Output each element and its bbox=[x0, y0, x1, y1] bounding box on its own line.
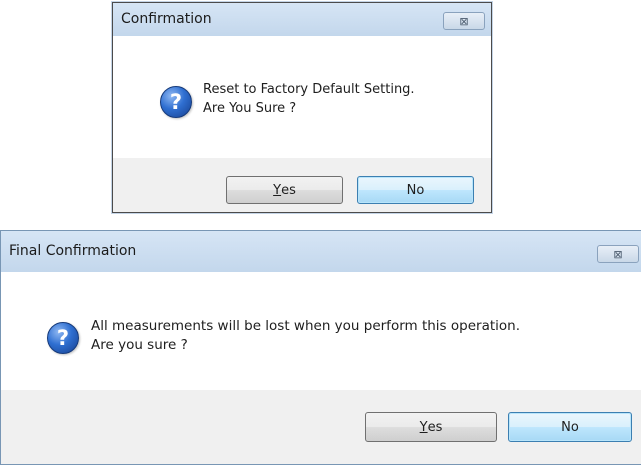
message-line-1: Reset to Factory Default Setting. bbox=[203, 82, 415, 97]
no-button[interactable]: No bbox=[357, 176, 474, 204]
question-mark-glyph: ? bbox=[56, 326, 70, 350]
dialog-message: Reset to Factory Default Setting. Are Yo… bbox=[203, 80, 415, 118]
message-line-2: Are you sure ? bbox=[91, 337, 188, 353]
final-confirmation-dialog: Final Confirmation ⊠ ? All measurements … bbox=[0, 230, 641, 465]
yes-label-rest: es bbox=[427, 419, 443, 435]
question-icon: ? bbox=[47, 322, 79, 354]
dialog-titlebar[interactable]: Final Confirmation ⊠ bbox=[1, 231, 641, 273]
message-line-1: All measurements will be lost when you p… bbox=[91, 318, 520, 334]
close-button[interactable]: ⊠ bbox=[597, 245, 639, 263]
dialog-title: Final Confirmation bbox=[9, 243, 137, 259]
question-icon: ? bbox=[160, 86, 192, 118]
yes-mnemonic: Y bbox=[419, 419, 428, 435]
yes-button[interactable]: Yes bbox=[365, 412, 497, 442]
message-line-2: Are You Sure ? bbox=[203, 101, 297, 116]
close-button[interactable]: ⊠ bbox=[443, 12, 485, 30]
dialog-message: All measurements will be lost when you p… bbox=[91, 317, 520, 355]
yes-button[interactable]: Yes bbox=[226, 176, 343, 204]
no-label: No bbox=[406, 182, 425, 198]
close-icon: ⊠ bbox=[459, 14, 469, 28]
dialog-title: Confirmation bbox=[121, 11, 212, 27]
no-label: No bbox=[561, 419, 579, 435]
message-area: ? Reset to Factory Default Setting. Are … bbox=[113, 36, 491, 158]
yes-label-rest: es bbox=[281, 182, 296, 198]
yes-mnemonic: Y bbox=[273, 182, 282, 198]
no-button[interactable]: No bbox=[508, 412, 632, 442]
dialog-titlebar[interactable]: Confirmation ⊠ bbox=[113, 3, 491, 37]
close-icon: ⊠ bbox=[613, 247, 623, 261]
question-mark-glyph: ? bbox=[169, 90, 183, 114]
message-area: ? All measurements will be lost when you… bbox=[1, 272, 641, 390]
confirmation-dialog: Confirmation ⊠ ? Reset to Factory Defaul… bbox=[112, 2, 492, 213]
